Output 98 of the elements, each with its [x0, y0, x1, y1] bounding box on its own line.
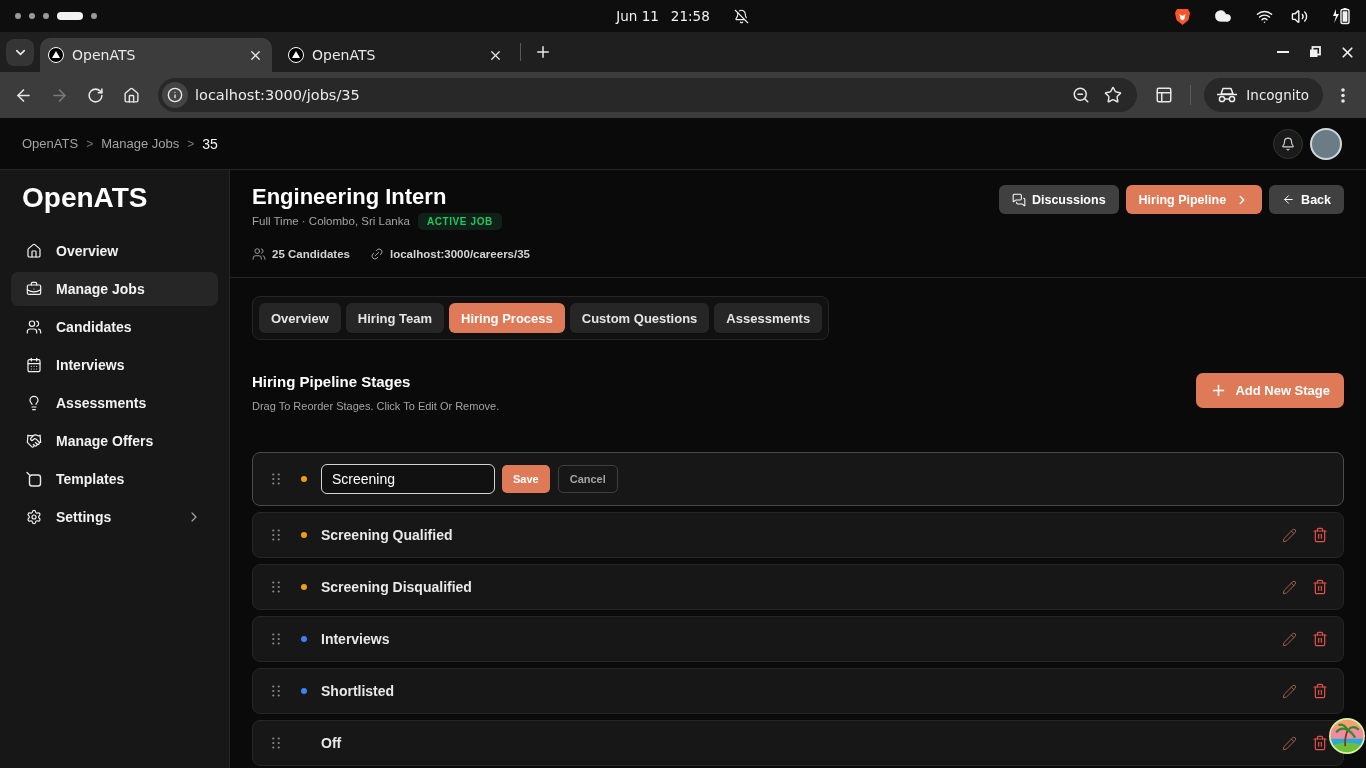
nav-item[interactable]: Manage Jobs — [11, 272, 218, 306]
trash-icon[interactable] — [1312, 683, 1328, 699]
battery-charging-icon[interactable] — [1332, 7, 1350, 25]
tab[interactable]: Assessments — [714, 303, 823, 333]
calendar-icon — [26, 357, 42, 373]
trash-icon[interactable] — [1312, 527, 1328, 543]
incognito-chip[interactable]: Incognito — [1204, 78, 1323, 112]
grip-icon[interactable] — [272, 685, 280, 697]
menu-icon — [1341, 87, 1345, 103]
nav-item[interactable]: Manage Offers — [11, 424, 218, 458]
workspace-pill-icon[interactable] — [57, 12, 83, 20]
app-logo[interactable]: OpenATS — [11, 181, 218, 215]
trash-icon[interactable] — [1312, 631, 1328, 647]
stage-name: Screening Qualified — [321, 527, 453, 543]
hat-glasses-icon — [1216, 87, 1239, 103]
workspace-dot-icon[interactable] — [15, 13, 21, 19]
triangle-logo-icon — [48, 47, 64, 63]
avatar[interactable] — [1310, 127, 1342, 160]
notifications-button[interactable] — [1273, 128, 1303, 159]
side-panel-icon — [1155, 86, 1174, 104]
candidate-count: 25 Candidates — [272, 248, 350, 260]
settings-icon — [26, 509, 42, 525]
stage-name-input[interactable]: Screening — [321, 464, 495, 494]
info-icon[interactable] — [162, 82, 188, 108]
tab[interactable]: Hiring Team — [345, 303, 444, 333]
arrow-left-icon — [1282, 193, 1296, 206]
browser-tab[interactable]: OpenATS — [280, 38, 512, 72]
nav-item[interactable]: Assessments — [11, 386, 218, 420]
users-icon — [252, 247, 266, 261]
time-text[interactable]: 21:58 — [670, 8, 710, 24]
cancel-button[interactable]: Cancel — [557, 465, 618, 493]
workspace-dot-icon[interactable] — [43, 13, 49, 19]
stage-name: Interviews — [321, 631, 390, 647]
url-text: localhost:3000/jobs/35 — [195, 87, 361, 103]
bell-off-icon — [733, 8, 749, 24]
nav-item[interactable]: Overview — [11, 234, 218, 268]
action-button[interactable]: Back — [1269, 185, 1344, 214]
plus-icon — [534, 43, 552, 61]
nav-item[interactable]: Candidates — [11, 310, 218, 344]
grip-icon[interactable] — [272, 737, 280, 749]
breadcrumb-current: 35 — [202, 135, 218, 152]
nav-item[interactable]: Templates — [11, 462, 218, 496]
stage-name: Shortlisted — [321, 683, 395, 699]
reload-icon — [86, 86, 104, 104]
section-subtitle: Drag To Reorder Stages. Click To Edit Or Remove. — [252, 399, 500, 413]
grip-icon[interactable] — [272, 581, 280, 593]
pencil-icon[interactable] — [1282, 579, 1297, 595]
triangle-logo-icon — [288, 47, 304, 63]
lightbulb-icon — [26, 395, 42, 411]
section-title: Hiring Pipeline Stages — [252, 373, 412, 391]
job-title: Engineering Intern — [252, 184, 448, 210]
workspace-dot-icon[interactable] — [91, 13, 97, 19]
palm-beach-icon[interactable] — [1329, 718, 1365, 754]
pencil-icon[interactable] — [1282, 527, 1297, 543]
breadcrumb-link[interactable]: OpenATS — [22, 136, 79, 151]
tab[interactable]: Overview — [259, 303, 341, 333]
star-icon — [1104, 86, 1123, 104]
grip-icon[interactable] — [272, 633, 280, 645]
trash-icon[interactable] — [1312, 579, 1328, 595]
zoom-out-icon — [1072, 86, 1091, 104]
trash-icon[interactable] — [1312, 735, 1328, 751]
stage-name: Screening Disqualified — [321, 579, 472, 595]
house-icon — [122, 86, 140, 104]
pencil-icon[interactable] — [1282, 631, 1297, 647]
breadcrumb-separator: > — [86, 136, 94, 151]
minimize-icon — [1277, 51, 1289, 53]
house-icon — [26, 243, 42, 259]
address-bar[interactable]: localhost:3000/jobs/35 — [158, 78, 1138, 112]
grip-icon[interactable] — [272, 529, 280, 541]
speaker-icon[interactable] — [1291, 7, 1308, 25]
pencil-icon[interactable] — [1282, 735, 1297, 751]
briefcase-icon — [26, 281, 42, 297]
lion-shield-icon[interactable] — [1175, 7, 1190, 25]
date-text[interactable]: Jun 11 — [616, 8, 659, 24]
workspace-dot-icon[interactable] — [29, 13, 35, 19]
square-icon — [26, 471, 42, 487]
careers-link[interactable]: localhost:3000/careers/35 — [390, 248, 530, 260]
nav-item[interactable]: Interviews — [11, 348, 218, 382]
handshake-icon — [26, 433, 42, 449]
bell-icon — [1281, 136, 1295, 151]
users-icon — [26, 319, 42, 335]
pencil-icon[interactable] — [1282, 683, 1297, 699]
status-badge: ACTIVE JOB — [417, 212, 502, 230]
restore-icon — [1309, 46, 1321, 58]
tab-search-button[interactable] — [6, 38, 34, 66]
browser-tab[interactable]: OpenATS — [40, 38, 272, 72]
breadcrumb-link[interactable]: Manage Jobs — [101, 136, 180, 151]
tab-title: OpenATS — [312, 47, 377, 63]
job-details: Full Time · Colombo, Sri Lanka — [252, 215, 410, 227]
stage-name: Off — [321, 735, 342, 751]
tab-title: OpenATS — [72, 47, 137, 63]
breadcrumb-separator: > — [187, 136, 195, 151]
nav-item[interactable]: Settings — [11, 500, 218, 534]
tab[interactable]: Custom Questions — [569, 303, 710, 333]
grip-icon[interactable] — [272, 473, 280, 485]
action-button[interactable]: Discussions — [998, 185, 1119, 214]
cloud-icon[interactable] — [1214, 7, 1232, 25]
chat-bubbles-icon — [1011, 192, 1026, 207]
